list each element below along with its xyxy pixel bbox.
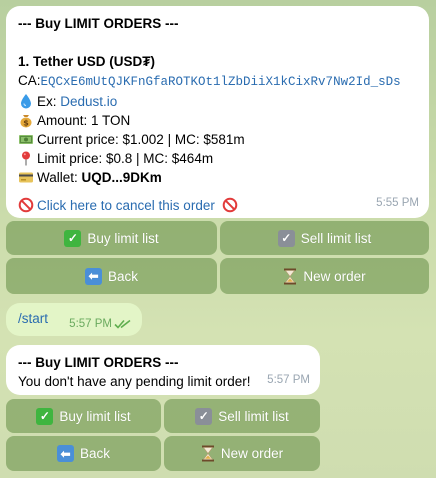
back-arrow-icon: ⬅: [56, 445, 74, 462]
limit-price-text: Limit price: $0.8 | MC: $464m: [37, 151, 214, 166]
svg-text:$: $: [23, 119, 29, 128]
hourglass-icon: [284, 268, 297, 284]
contract-address-row: CA:EQCxE6mUtQJKFnGfaROTKOt1lZbDiiX1kCixR…: [18, 71, 417, 92]
contract-address[interactable]: EQCxE6mUtQJKFnGfaROTKOt1lZbDiiX1kCixRv7N…: [41, 75, 401, 89]
cancel-order-link[interactable]: Click here to cancel this order: [37, 198, 215, 213]
button-label: Buy limit list: [87, 230, 159, 246]
hourglass-icon: [201, 445, 214, 462]
sell-limit-list-button[interactable]: ✓ Sell limit list: [220, 221, 429, 255]
prohibited-icon: [18, 197, 34, 213]
ca-label: CA:: [18, 73, 41, 88]
check-icon: ✓: [36, 407, 54, 425]
limit-price-row: Limit price: $0.8 | MC: $464m: [18, 149, 417, 168]
message-time: 5:55 PM: [376, 197, 419, 209]
button-label: New order: [303, 268, 366, 284]
message-header: --- Buy LIMIT ORDERS ---: [18, 355, 179, 370]
wallet-label: Wallet:: [37, 170, 82, 185]
back-arrow-icon: ⬅: [84, 267, 102, 285]
exchange-row: Ex: Dedust.io: [18, 92, 417, 111]
outgoing-message: /start 5:57 PM: [6, 303, 142, 336]
order-title: 1. Tether USD (USD₮): [18, 54, 156, 69]
cancel-row: Click here to cancel this order: [18, 196, 417, 215]
double-check-icon: [114, 319, 131, 329]
button-label: Buy limit list: [59, 408, 131, 424]
sell-limit-list-button[interactable]: ✓ Sell limit list: [164, 399, 320, 433]
new-order-button[interactable]: New order: [220, 258, 429, 294]
buy-limit-list-button[interactable]: ✓ Buy limit list: [6, 399, 161, 433]
button-label: Back: [107, 268, 138, 284]
exchange-link[interactable]: Dedust.io: [60, 94, 117, 109]
message-header: --- Buy LIMIT ORDERS ---: [18, 16, 179, 31]
money-bag-icon: $: [20, 115, 32, 128]
check-icon: ✓: [64, 229, 82, 247]
message-time: 5:57 PM: [267, 374, 310, 386]
credit-card-icon: [19, 172, 33, 183]
exchange-label: Ex:: [37, 94, 61, 109]
wallet-address: UQD...9DKm: [81, 170, 162, 185]
buy-limit-list-button[interactable]: ✓ Buy limit list: [6, 221, 217, 255]
banknote-icon: [19, 135, 33, 144]
back-button[interactable]: ⬅ Back: [6, 436, 161, 471]
check-icon: ✓: [195, 407, 213, 425]
button-label: Sell limit list: [300, 230, 372, 246]
no-orders-message: --- Buy LIMIT ORDERS --- You don't have …: [6, 345, 320, 395]
prohibited-icon: [222, 197, 237, 213]
button-label: Back: [79, 446, 110, 461]
current-price-row: Current price: $1.002 | MC: $581m: [18, 130, 417, 149]
amount-row: $ Amount: 1 TON: [18, 111, 417, 130]
amount-text: Amount: 1 TON: [37, 113, 131, 128]
droplet-icon: [21, 94, 31, 109]
limit-orders-message: --- Buy LIMIT ORDERS --- 1. Tether USD (…: [6, 6, 429, 218]
start-command-link[interactable]: /start: [18, 311, 48, 326]
button-label: New order: [220, 446, 284, 461]
wallet-row: Wallet: UQD...9DKm: [18, 168, 417, 187]
back-button[interactable]: ⬅ Back: [6, 258, 217, 294]
button-label: Sell limit list: [218, 408, 289, 424]
check-icon: ✓: [277, 229, 295, 247]
message-body: You don't have any pending limit order!: [18, 374, 251, 389]
pin-icon: [22, 151, 30, 166]
current-price-text: Current price: $1.002 | MC: $581m: [37, 132, 245, 147]
new-order-button[interactable]: New order: [164, 436, 320, 471]
message-time: 5:57 PM: [69, 318, 112, 330]
